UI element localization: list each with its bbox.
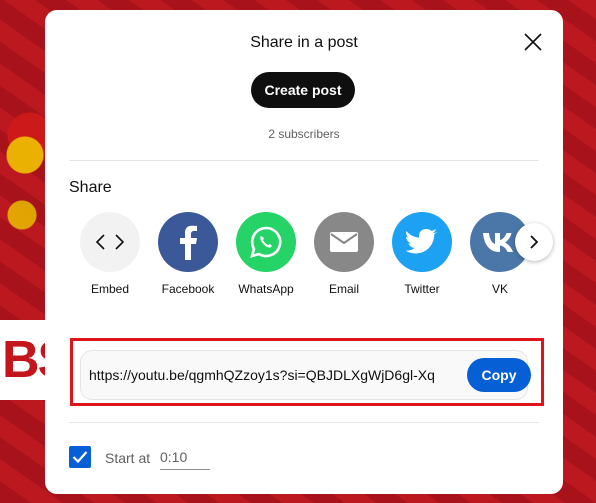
share-targets: Embed Facebook WhatsApp Email Twitter VK	[72, 212, 562, 302]
share-heading: Share	[69, 179, 112, 196]
start-at-checkbox[interactable]	[69, 446, 91, 468]
share-dialog: Share in a post Create post 2 subscriber…	[45, 10, 563, 494]
share-embed-label: Embed	[90, 282, 130, 296]
start-at-time-input[interactable]	[160, 446, 210, 470]
divider	[69, 422, 539, 423]
close-icon	[524, 33, 542, 51]
share-vk-label: VK	[491, 282, 508, 296]
whatsapp-icon	[236, 212, 296, 272]
share-embed[interactable]: Embed	[72, 212, 148, 296]
share-twitter-label: Twitter	[404, 282, 440, 296]
embed-icon	[80, 212, 140, 272]
checkmark-icon	[72, 451, 88, 464]
background-crest	[0, 95, 50, 265]
subscriber-count: 2 subscribers	[268, 127, 340, 141]
share-facebook-label: Facebook	[161, 282, 215, 296]
divider	[69, 160, 539, 161]
share-email[interactable]: Email	[306, 212, 382, 296]
create-post-button[interactable]: Create post	[251, 72, 355, 108]
background-banner: BS	[0, 320, 46, 400]
email-icon	[314, 212, 374, 272]
close-button[interactable]	[521, 30, 545, 54]
share-whatsapp-label: WhatsApp	[238, 282, 294, 296]
share-whatsapp[interactable]: WhatsApp	[228, 212, 304, 296]
dialog-title: Share in a post	[250, 34, 358, 51]
share-email-label: Email	[328, 282, 359, 296]
facebook-icon	[158, 212, 218, 272]
share-twitter[interactable]: Twitter	[384, 212, 460, 296]
share-facebook[interactable]: Facebook	[150, 212, 226, 296]
share-next-button[interactable]	[515, 223, 553, 261]
start-at-label: Start at	[105, 450, 151, 466]
twitter-icon	[392, 212, 452, 272]
chevron-right-icon	[530, 235, 539, 249]
highlight-box	[70, 338, 544, 406]
